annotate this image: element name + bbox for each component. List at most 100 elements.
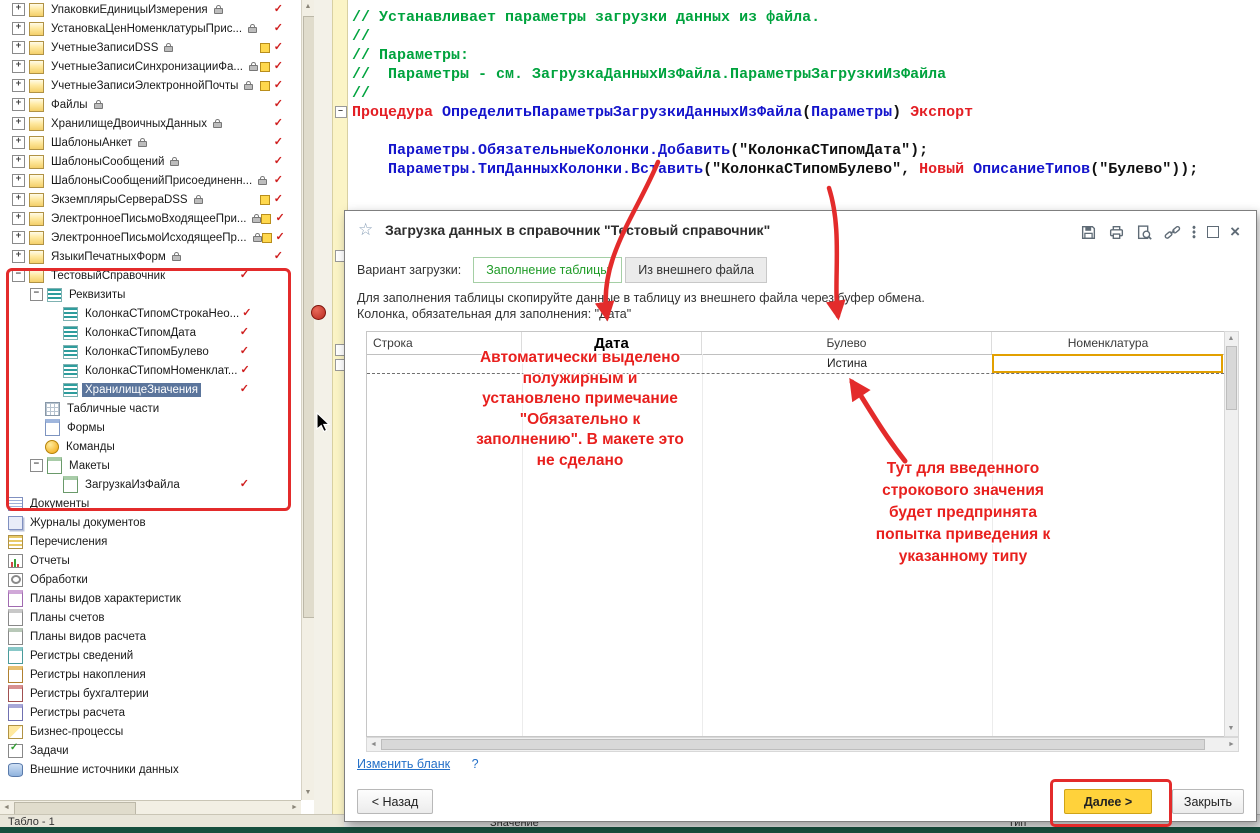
expand-plus-icon[interactable]: + xyxy=(12,60,25,73)
tree-item[interactable]: Регистры сведений xyxy=(0,646,301,665)
collapse-minus-icon[interactable]: − xyxy=(30,288,43,301)
scroll-left-icon[interactable]: ◄ xyxy=(367,738,380,751)
variant-button[interactable]: Из внешнего файла xyxy=(625,257,767,283)
print-icon[interactable] xyxy=(1108,224,1125,241)
tree-item[interactable]: +УчетныеЗаписиЭлектроннойПочты✓ xyxy=(0,76,301,95)
tree-item[interactable]: +УпаковкиЕдиницыИзмерения✓ xyxy=(0,0,301,19)
close-icon[interactable]: × xyxy=(1230,225,1240,239)
tree-item[interactable]: Бизнес-процессы xyxy=(0,722,301,741)
tree-item[interactable]: −ТестовыйСправочник✓ xyxy=(0,266,301,285)
expand-plus-icon[interactable]: + xyxy=(12,117,25,130)
tree-item[interactable]: +УстановкаЦенНоменклатурыПрис...✓ xyxy=(0,19,301,38)
table-vscrollbar-thumb[interactable] xyxy=(1226,346,1237,410)
tree-item[interactable]: +ШаблоныСообщенийПрисоединенн...✓ xyxy=(0,171,301,190)
tree-item[interactable]: Внешние источники данных xyxy=(0,760,301,779)
code-editor[interactable]: // Устанавливает параметры загрузки данн… xyxy=(346,0,1260,228)
edit-blank-link[interactable]: Изменить бланк xyxy=(357,757,450,771)
variant-button[interactable]: Заполнение таблицы xyxy=(473,257,622,283)
tree-item[interactable]: +ШаблоныСообщений✓ xyxy=(0,152,301,171)
tree-item[interactable]: Отчеты xyxy=(0,551,301,570)
tree-item[interactable]: −Макеты xyxy=(0,456,301,475)
column-header[interactable]: Строка xyxy=(367,332,522,354)
tree-item[interactable]: +УчетныеЗаписиDSS✓ xyxy=(0,38,301,57)
expand-plus-icon[interactable]: + xyxy=(12,41,25,54)
tree-item[interactable]: Документы xyxy=(0,494,301,513)
preview-icon[interactable] xyxy=(1136,224,1153,241)
collapse-minus-icon[interactable]: − xyxy=(30,459,43,472)
scroll-up-icon[interactable]: ▲ xyxy=(302,0,314,14)
tree-item[interactable]: Регистры бухгалтерии xyxy=(0,684,301,703)
catalog-icon xyxy=(29,117,44,131)
bool-cell[interactable]: Истина xyxy=(702,354,992,373)
expand-plus-icon[interactable]: + xyxy=(12,193,25,206)
tablo-tab[interactable]: Табло - 1 xyxy=(8,816,55,828)
panel-splitter[interactable] xyxy=(314,0,332,814)
close-button[interactable]: Закрыть xyxy=(1172,789,1244,814)
expand-plus-icon[interactable]: + xyxy=(12,212,25,225)
scroll-left-icon[interactable]: ◄ xyxy=(0,801,13,814)
more-icon[interactable] xyxy=(1192,225,1196,239)
tree-item[interactable]: КолонкаСТипомСтрокаНео...✓ xyxy=(0,304,301,323)
tree-item[interactable]: +Файлы✓ xyxy=(0,95,301,114)
column-header[interactable]: Булево xyxy=(702,332,992,354)
tree-item[interactable]: +ЭлектронноеПисьмоИсходящееПр...✓ xyxy=(0,228,301,247)
expand-plus-icon[interactable]: + xyxy=(12,79,25,92)
table-horizontal-scrollbar[interactable]: ◄ ► xyxy=(366,737,1239,752)
expand-plus-icon[interactable]: + xyxy=(12,231,25,244)
link-icon[interactable] xyxy=(1164,224,1181,241)
next-button[interactable]: Далее > xyxy=(1064,789,1152,814)
expand-plus-icon[interactable]: + xyxy=(12,98,25,111)
tree-item[interactable]: КолонкаСТипомБулево✓ xyxy=(0,342,301,361)
tree-item[interactable]: Обработки xyxy=(0,570,301,589)
active-cell[interactable] xyxy=(992,354,1223,373)
tree-item[interactable]: −Реквизиты xyxy=(0,285,301,304)
tree-vertical-scrollbar[interactable]: ▲ ▼ xyxy=(301,0,315,800)
expand-plus-icon[interactable]: + xyxy=(12,250,25,263)
column-header[interactable]: Номенклатура xyxy=(992,332,1224,354)
tree-item[interactable]: КолонкаСТипомДата✓ xyxy=(0,323,301,342)
expand-plus-icon[interactable]: + xyxy=(12,155,25,168)
expand-plus-icon[interactable]: + xyxy=(12,136,25,149)
tree-item[interactable]: Команды xyxy=(0,437,301,456)
scroll-right-icon[interactable]: ► xyxy=(288,801,301,814)
tree-item[interactable]: Формы xyxy=(0,418,301,437)
tree-item[interactable]: Планы видов расчета xyxy=(0,627,301,646)
scroll-down-icon[interactable]: ▼ xyxy=(1225,722,1237,736)
tree-item[interactable]: +ЭлектронноеПисьмоВходящееПри...✓ xyxy=(0,209,301,228)
back-button[interactable]: < Назад xyxy=(357,789,433,814)
tree-item[interactable]: +УчетныеЗаписиСинхронизацииФа...✓ xyxy=(0,57,301,76)
tree-item[interactable]: Журналы документов xyxy=(0,513,301,532)
fold-collapse-icon[interactable]: − xyxy=(335,106,347,118)
column-header[interactable]: Дата xyxy=(522,332,702,354)
tree-item[interactable]: +ЯзыкиПечатныхФорм✓ xyxy=(0,247,301,266)
scroll-down-icon[interactable]: ▼ xyxy=(302,786,314,800)
favorite-star-icon[interactable]: ☆ xyxy=(358,220,373,240)
tree-item[interactable]: Регистры расчета xyxy=(0,703,301,722)
help-link[interactable]: ? xyxy=(472,757,479,771)
tree-item[interactable]: +ШаблоныАнкет✓ xyxy=(0,133,301,152)
scroll-up-icon[interactable]: ▲ xyxy=(1225,332,1237,346)
expand-plus-icon[interactable]: + xyxy=(12,22,25,35)
table-row[interactable]: Истина xyxy=(367,354,1224,374)
tree-item[interactable]: +ЭкземплярыСервераDSS✓ xyxy=(0,190,301,209)
tree-item[interactable]: Регистры накопления xyxy=(0,665,301,684)
tree-item[interactable]: ЗагрузкаИзФайла✓ xyxy=(0,475,301,494)
tree-item[interactable]: Планы видов характеристик xyxy=(0,589,301,608)
tree-item[interactable]: Планы счетов xyxy=(0,608,301,627)
tree-horizontal-scrollbar[interactable]: ◄ ► xyxy=(0,800,301,815)
expand-plus-icon[interactable]: + xyxy=(12,3,25,16)
collapse-minus-icon[interactable]: − xyxy=(12,269,25,282)
tree-item[interactable]: КолонкаСТипомНоменклат...✓ xyxy=(0,361,301,380)
scroll-right-icon[interactable]: ► xyxy=(1225,738,1238,751)
table-vertical-scrollbar[interactable]: ▲ ▼ xyxy=(1224,331,1239,737)
expand-plus-icon[interactable]: + xyxy=(12,174,25,187)
save-icon[interactable] xyxy=(1080,224,1097,241)
table-hscrollbar-thumb[interactable] xyxy=(381,739,1205,750)
tree-item[interactable]: +ХранилищеДвоичныхДанных✓ xyxy=(0,114,301,133)
maximize-icon[interactable] xyxy=(1207,226,1219,238)
tree-item[interactable]: Табличные части xyxy=(0,399,301,418)
tree-item[interactable]: Перечисления xyxy=(0,532,301,551)
tree-item[interactable]: ХранилищеЗначения✓ xyxy=(0,380,301,399)
tree-item[interactable]: Задачи xyxy=(0,741,301,760)
variant-switch: Заполнение таблицыИз внешнего файла xyxy=(473,257,767,283)
